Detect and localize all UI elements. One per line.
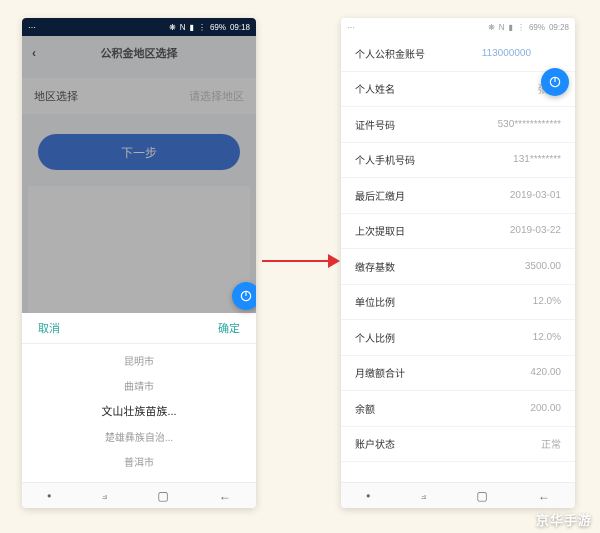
status-icon: ⋯	[28, 23, 36, 32]
detail-label: 最后汇缴月	[355, 188, 405, 203]
detail-row: 缴存基数 3500.00	[341, 249, 575, 285]
battery-text: 69%	[210, 23, 226, 32]
region-picker: 取消 确定 昆明市 曲靖市 文山壮族苗族... 楚雄彝族自治... 普洱市	[22, 313, 256, 482]
picker-item[interactable]: 曲靖市	[22, 373, 256, 398]
phone-left: ⋯ ❋ N ▮ ⋮ 69% 09:18 ‹ 公积金地区选择 地区选择 请选择地区…	[22, 18, 256, 508]
detail-value: 3500.00	[525, 261, 561, 272]
nav-home-icon[interactable]: ▢	[157, 489, 168, 503]
nav-bar: • ⟓ ▢ ←	[341, 482, 575, 508]
detail-label: 个人比例	[355, 330, 395, 345]
detail-label: 月缴额合计	[355, 365, 405, 380]
detail-row: 单位比例 12.0%	[341, 285, 575, 321]
detail-label: 缴存基数	[355, 259, 395, 274]
detail-value: 131********	[513, 154, 561, 165]
picker-item[interactable]: 楚雄彝族自治...	[22, 424, 256, 449]
sig-icon: ▮	[190, 23, 194, 32]
status-bar: ⋯ ❋ N ▮ ⋮ 69% 09:28	[341, 18, 575, 36]
detail-value: 530************	[498, 119, 561, 130]
detail-label: 单位比例	[355, 294, 395, 309]
picker-item[interactable]: 普洱市	[22, 449, 256, 474]
bt-icon: ❋	[169, 23, 176, 32]
sig-icon: ▮	[509, 23, 513, 32]
detail-row: 账户状态 正常	[341, 427, 575, 463]
status-bar: ⋯ ❋ N ▮ ⋮ 69% 09:18	[22, 18, 256, 36]
detail-label: 上次提取日	[355, 223, 405, 238]
picker-item[interactable]: 昆明市	[22, 348, 256, 373]
nav-recent-icon[interactable]: ⟓	[420, 488, 426, 503]
watermark: 京华手游	[536, 510, 592, 529]
nav-dot-icon[interactable]: •	[366, 489, 370, 503]
bt-icon: ❋	[488, 23, 495, 32]
picker-confirm[interactable]: 确定	[218, 320, 240, 336]
detail-label: 个人姓名	[355, 81, 395, 96]
detail-row: 最后汇缴月 2019-03-01	[341, 178, 575, 214]
nav-bar: • ⟓ ▢ ←	[22, 482, 256, 508]
detail-value: 12.0%	[533, 296, 561, 307]
time-text: 09:18	[230, 23, 250, 32]
nav-home-icon[interactable]: ▢	[476, 489, 487, 503]
wifi-icon: ⋮	[198, 23, 206, 32]
detail-value: 2019-03-22	[510, 225, 561, 236]
power-icon	[548, 75, 562, 89]
detail-value: 12.0%	[533, 332, 561, 343]
detail-label: 个人公积金账号	[355, 46, 425, 61]
battery-text: 69%	[529, 23, 545, 32]
nfc-icon: N	[499, 23, 505, 32]
left-content: ‹ 公积金地区选择 地区选择 请选择地区 下一步 取消	[22, 36, 256, 482]
detail-value: 200.00	[530, 403, 561, 414]
detail-value: 420.00	[530, 367, 561, 378]
detail-row: 个人姓名张XX	[341, 72, 575, 108]
detail-row: 个人比例 12.0%	[341, 320, 575, 356]
detail-label: 个人手机号码	[355, 152, 415, 167]
wifi-icon: ⋮	[517, 23, 525, 32]
power-fab[interactable]	[541, 68, 569, 96]
detail-row: 个人手机号码 131********	[341, 143, 575, 179]
detail-list: 个人公积金账号 113000000 个人姓名张XX 证件号码 530*******…	[341, 36, 575, 482]
detail-value: 2019-03-01	[510, 190, 561, 201]
detail-row: 月缴额合计 420.00	[341, 356, 575, 392]
picker-cancel[interactable]: 取消	[38, 320, 60, 336]
detail-row: 上次提取日 2019-03-22	[341, 214, 575, 250]
power-icon	[239, 289, 253, 303]
time-text: 09:28	[549, 23, 569, 32]
detail-label: 账户状态	[355, 436, 395, 451]
nav-recent-icon[interactable]: ⟓	[101, 488, 107, 503]
nav-back-icon[interactable]: ←	[538, 489, 550, 503]
detail-value: 正常	[541, 436, 561, 451]
nav-back-icon[interactable]: ←	[219, 489, 231, 503]
detail-label: 证件号码	[355, 117, 395, 132]
detail-row: 证件号码 530************	[341, 107, 575, 143]
picker-list[interactable]: 昆明市 曲靖市 文山壮族苗族... 楚雄彝族自治... 普洱市	[22, 344, 256, 478]
nfc-icon: N	[180, 23, 186, 32]
detail-row: 个人公积金账号 113000000	[341, 36, 575, 72]
arrow-icon	[262, 254, 340, 268]
nav-dot-icon[interactable]: •	[47, 489, 51, 503]
detail-row: 余额 200.00	[341, 391, 575, 427]
power-fab[interactable]	[232, 282, 256, 310]
picker-item-selected[interactable]: 文山壮族苗族...	[22, 398, 256, 424]
status-icon: ⋯	[347, 23, 355, 32]
detail-value: 113000000	[482, 48, 561, 59]
phone-right: ⋯ ❋ N ▮ ⋮ 69% 09:28 个人公积金账号 113000000 个人…	[341, 18, 575, 508]
detail-label: 余额	[355, 401, 375, 416]
